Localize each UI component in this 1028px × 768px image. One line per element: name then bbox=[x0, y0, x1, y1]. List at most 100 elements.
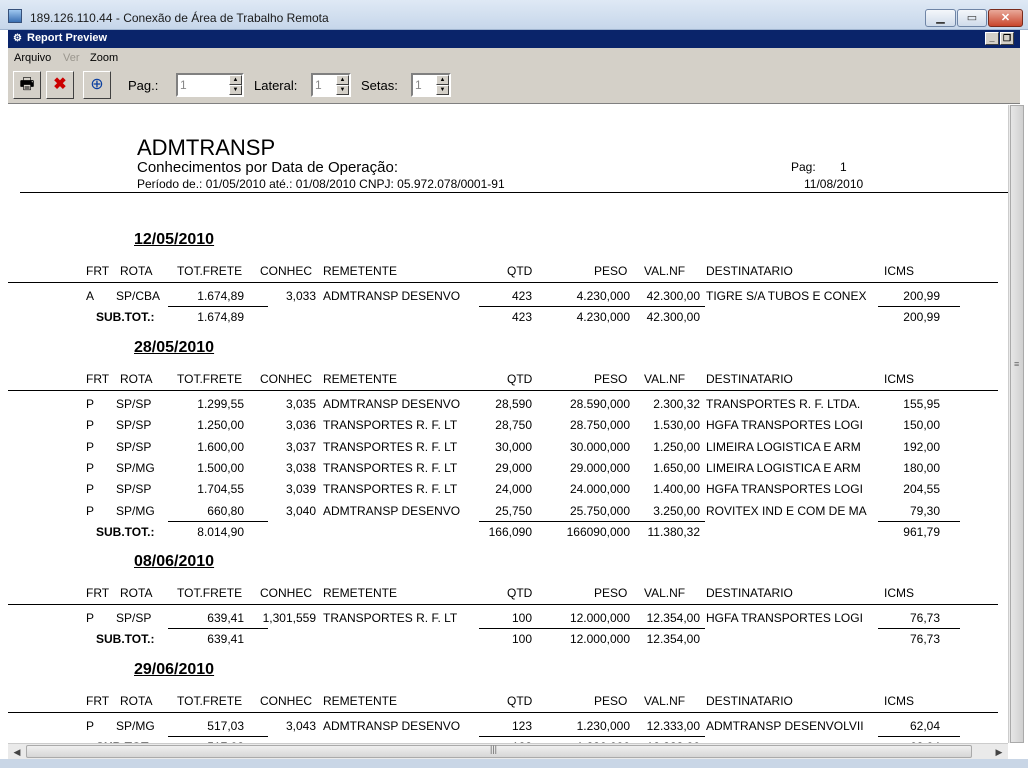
cell-val-nf: 1.530,00 bbox=[653, 418, 700, 433]
subtotal-divider bbox=[878, 306, 960, 308]
cell-frt: A bbox=[86, 289, 95, 303]
column-header-conhec: CONHEC bbox=[260, 586, 313, 600]
zoom-button[interactable]: ⊕ bbox=[83, 71, 111, 99]
subtotal-val-nf: 42.300,00 bbox=[646, 310, 700, 325]
subtotal-tot-frete: 639,41 bbox=[207, 632, 244, 647]
cell-remetente: TRANSPORTES R. F. LT bbox=[323, 418, 458, 433]
lateral-stepper[interactable]: ▲ ▼ bbox=[311, 73, 351, 97]
subtotal-label: SUB.TOT.: bbox=[96, 524, 155, 539]
cell-tot-frete: 517,03 bbox=[207, 719, 244, 733]
column-header-destinatario: DESTINATARIO bbox=[706, 264, 793, 278]
spin-down-icon[interactable]: ▼ bbox=[436, 85, 449, 95]
column-header-divider bbox=[8, 390, 998, 391]
toolbar: 🖶 ✖ ⊕ Pag.: ▲ ▼ Lateral: ▲ ▼ Setas: ▲ ▼ bbox=[8, 66, 1020, 104]
column-header-val-nf: VAL.NF bbox=[644, 264, 686, 278]
cell-rota: SP/SP bbox=[116, 482, 152, 497]
minimize-button[interactable]: ▁ bbox=[925, 9, 956, 27]
pag-label: Pag.: bbox=[128, 78, 159, 93]
cell-frt: P bbox=[86, 397, 95, 411]
spin-up-icon[interactable]: ▲ bbox=[436, 75, 449, 85]
cell-tot-frete: 1.600,00 bbox=[197, 439, 244, 454]
spin-down-icon[interactable]: ▼ bbox=[229, 85, 242, 95]
page-label: Pag: bbox=[791, 160, 816, 174]
subtotal-divider bbox=[479, 628, 705, 630]
window-title-bar[interactable]: 189.126.110.44 - Conexão de Área de Trab… bbox=[0, 0, 1028, 30]
spin-up-icon[interactable]: ▲ bbox=[336, 75, 349, 85]
page-number: 1 bbox=[840, 160, 847, 174]
column-header-val-nf: VAL.NF bbox=[644, 586, 686, 600]
column-header-divider bbox=[8, 282, 998, 283]
cell-rota: SP/SP bbox=[116, 439, 152, 454]
cell-destinatario: LIMEIRA LOGISTICA E ARM bbox=[706, 439, 861, 454]
maximize-button[interactable]: ▭ bbox=[957, 9, 987, 27]
cell-peso: 4.230,000 bbox=[576, 289, 630, 303]
app-title-bar[interactable]: ⚙ Report Preview _ ❐ bbox=[8, 30, 1020, 48]
cell-destinatario: ADMTRANSP DESENVOLVII bbox=[706, 719, 864, 733]
column-header-val-nf: VAL.NF bbox=[644, 372, 686, 386]
child-restore-button[interactable]: ❐ bbox=[1000, 32, 1014, 45]
menu-arquivo[interactable]: Arquivo bbox=[14, 52, 51, 64]
menu-ver[interactable]: Ver bbox=[63, 52, 80, 64]
column-header-qtd: QTD bbox=[507, 586, 533, 600]
grip-icon: ||| bbox=[490, 744, 498, 754]
spin-up-icon[interactable]: ▲ bbox=[229, 75, 242, 85]
setas-stepper[interactable]: ▲ ▼ bbox=[411, 73, 451, 97]
cell-tot-frete: 1.250,00 bbox=[197, 418, 244, 433]
column-header-conhec: CONHEC bbox=[260, 372, 313, 386]
cell-val-nf: 1.400,00 bbox=[653, 482, 700, 497]
cell-icms: 192,00 bbox=[903, 439, 940, 454]
menu-zoom[interactable]: Zoom bbox=[90, 52, 118, 64]
close-window-button[interactable]: ✕ bbox=[988, 9, 1023, 27]
cell-icms: 180,00 bbox=[903, 460, 940, 475]
cell-rota: SP/CBA bbox=[116, 289, 161, 303]
cell-conhec: 1,301,559 bbox=[262, 611, 316, 625]
vertical-scrollbar[interactable]: ≡ bbox=[1008, 105, 1024, 743]
remote-desktop-icon bbox=[8, 9, 22, 23]
scroll-left-icon[interactable]: ◀ bbox=[10, 745, 24, 759]
horizontal-scroll-thumb[interactable]: ||| bbox=[26, 744, 972, 758]
child-minimize-button[interactable]: _ bbox=[985, 32, 999, 45]
cell-val-nf: 12.333,00 bbox=[646, 719, 700, 733]
pag-input[interactable] bbox=[180, 77, 224, 93]
subtotal-qtd: 423 bbox=[511, 310, 532, 325]
print-button[interactable]: 🖶 bbox=[13, 71, 41, 99]
column-header-conhec: CONHEC bbox=[260, 694, 313, 708]
spin-down-icon[interactable]: ▼ bbox=[336, 85, 349, 95]
cell-frt: P bbox=[86, 482, 95, 497]
setas-input[interactable] bbox=[415, 77, 431, 93]
cell-frt: P bbox=[86, 503, 95, 518]
close-report-button[interactable]: ✖ bbox=[46, 71, 74, 99]
cell-tot-frete: 639,41 bbox=[207, 611, 244, 625]
cell-frt: P bbox=[86, 418, 95, 433]
column-header-conhec: CONHEC bbox=[260, 264, 313, 278]
cell-conhec: 3,043 bbox=[285, 719, 316, 733]
group-date: 28/05/2010 bbox=[134, 339, 215, 356]
lateral-input[interactable] bbox=[315, 77, 331, 93]
cell-qtd: 28,590 bbox=[495, 397, 532, 411]
column-header-peso: PESO bbox=[594, 586, 628, 600]
pag-stepper[interactable]: ▲ ▼ bbox=[176, 73, 244, 97]
cell-qtd: 123 bbox=[511, 719, 532, 733]
cell-peso: 29.000,000 bbox=[569, 460, 630, 475]
cell-qtd: 100 bbox=[511, 611, 532, 625]
column-header-rota: ROTA bbox=[120, 264, 153, 278]
column-header-peso: PESO bbox=[594, 372, 628, 386]
column-header-rota: ROTA bbox=[120, 586, 153, 600]
horizontal-scrollbar[interactable]: ◀ ||| ▶ bbox=[8, 743, 1008, 759]
subtotal-label: SUB.TOT.: bbox=[96, 632, 155, 647]
window-title: 189.126.110.44 - Conexão de Área de Trab… bbox=[30, 11, 329, 25]
cell-remetente: TRANSPORTES R. F. LT bbox=[323, 611, 458, 625]
cell-frt: P bbox=[86, 439, 95, 454]
report-company: ADMTRANSP bbox=[137, 135, 276, 160]
subtotal-icms: 200,99 bbox=[903, 310, 940, 325]
cell-icms: 200,99 bbox=[903, 289, 940, 303]
vertical-scroll-thumb[interactable]: ≡ bbox=[1010, 105, 1024, 743]
cell-icms: 150,00 bbox=[903, 418, 940, 433]
cell-destinatario: HGFA TRANSPORTES LOGI bbox=[706, 418, 863, 433]
cell-remetente: ADMTRANSP DESENVO bbox=[323, 719, 461, 733]
column-header-rota: ROTA bbox=[120, 372, 153, 386]
subtotal-label: SUB.TOT.: bbox=[96, 310, 155, 325]
scroll-right-icon[interactable]: ▶ bbox=[992, 745, 1006, 759]
cell-destinatario: TIGRE S/A TUBOS E CONEX bbox=[706, 289, 867, 303]
cell-peso: 1.230,000 bbox=[576, 719, 630, 733]
